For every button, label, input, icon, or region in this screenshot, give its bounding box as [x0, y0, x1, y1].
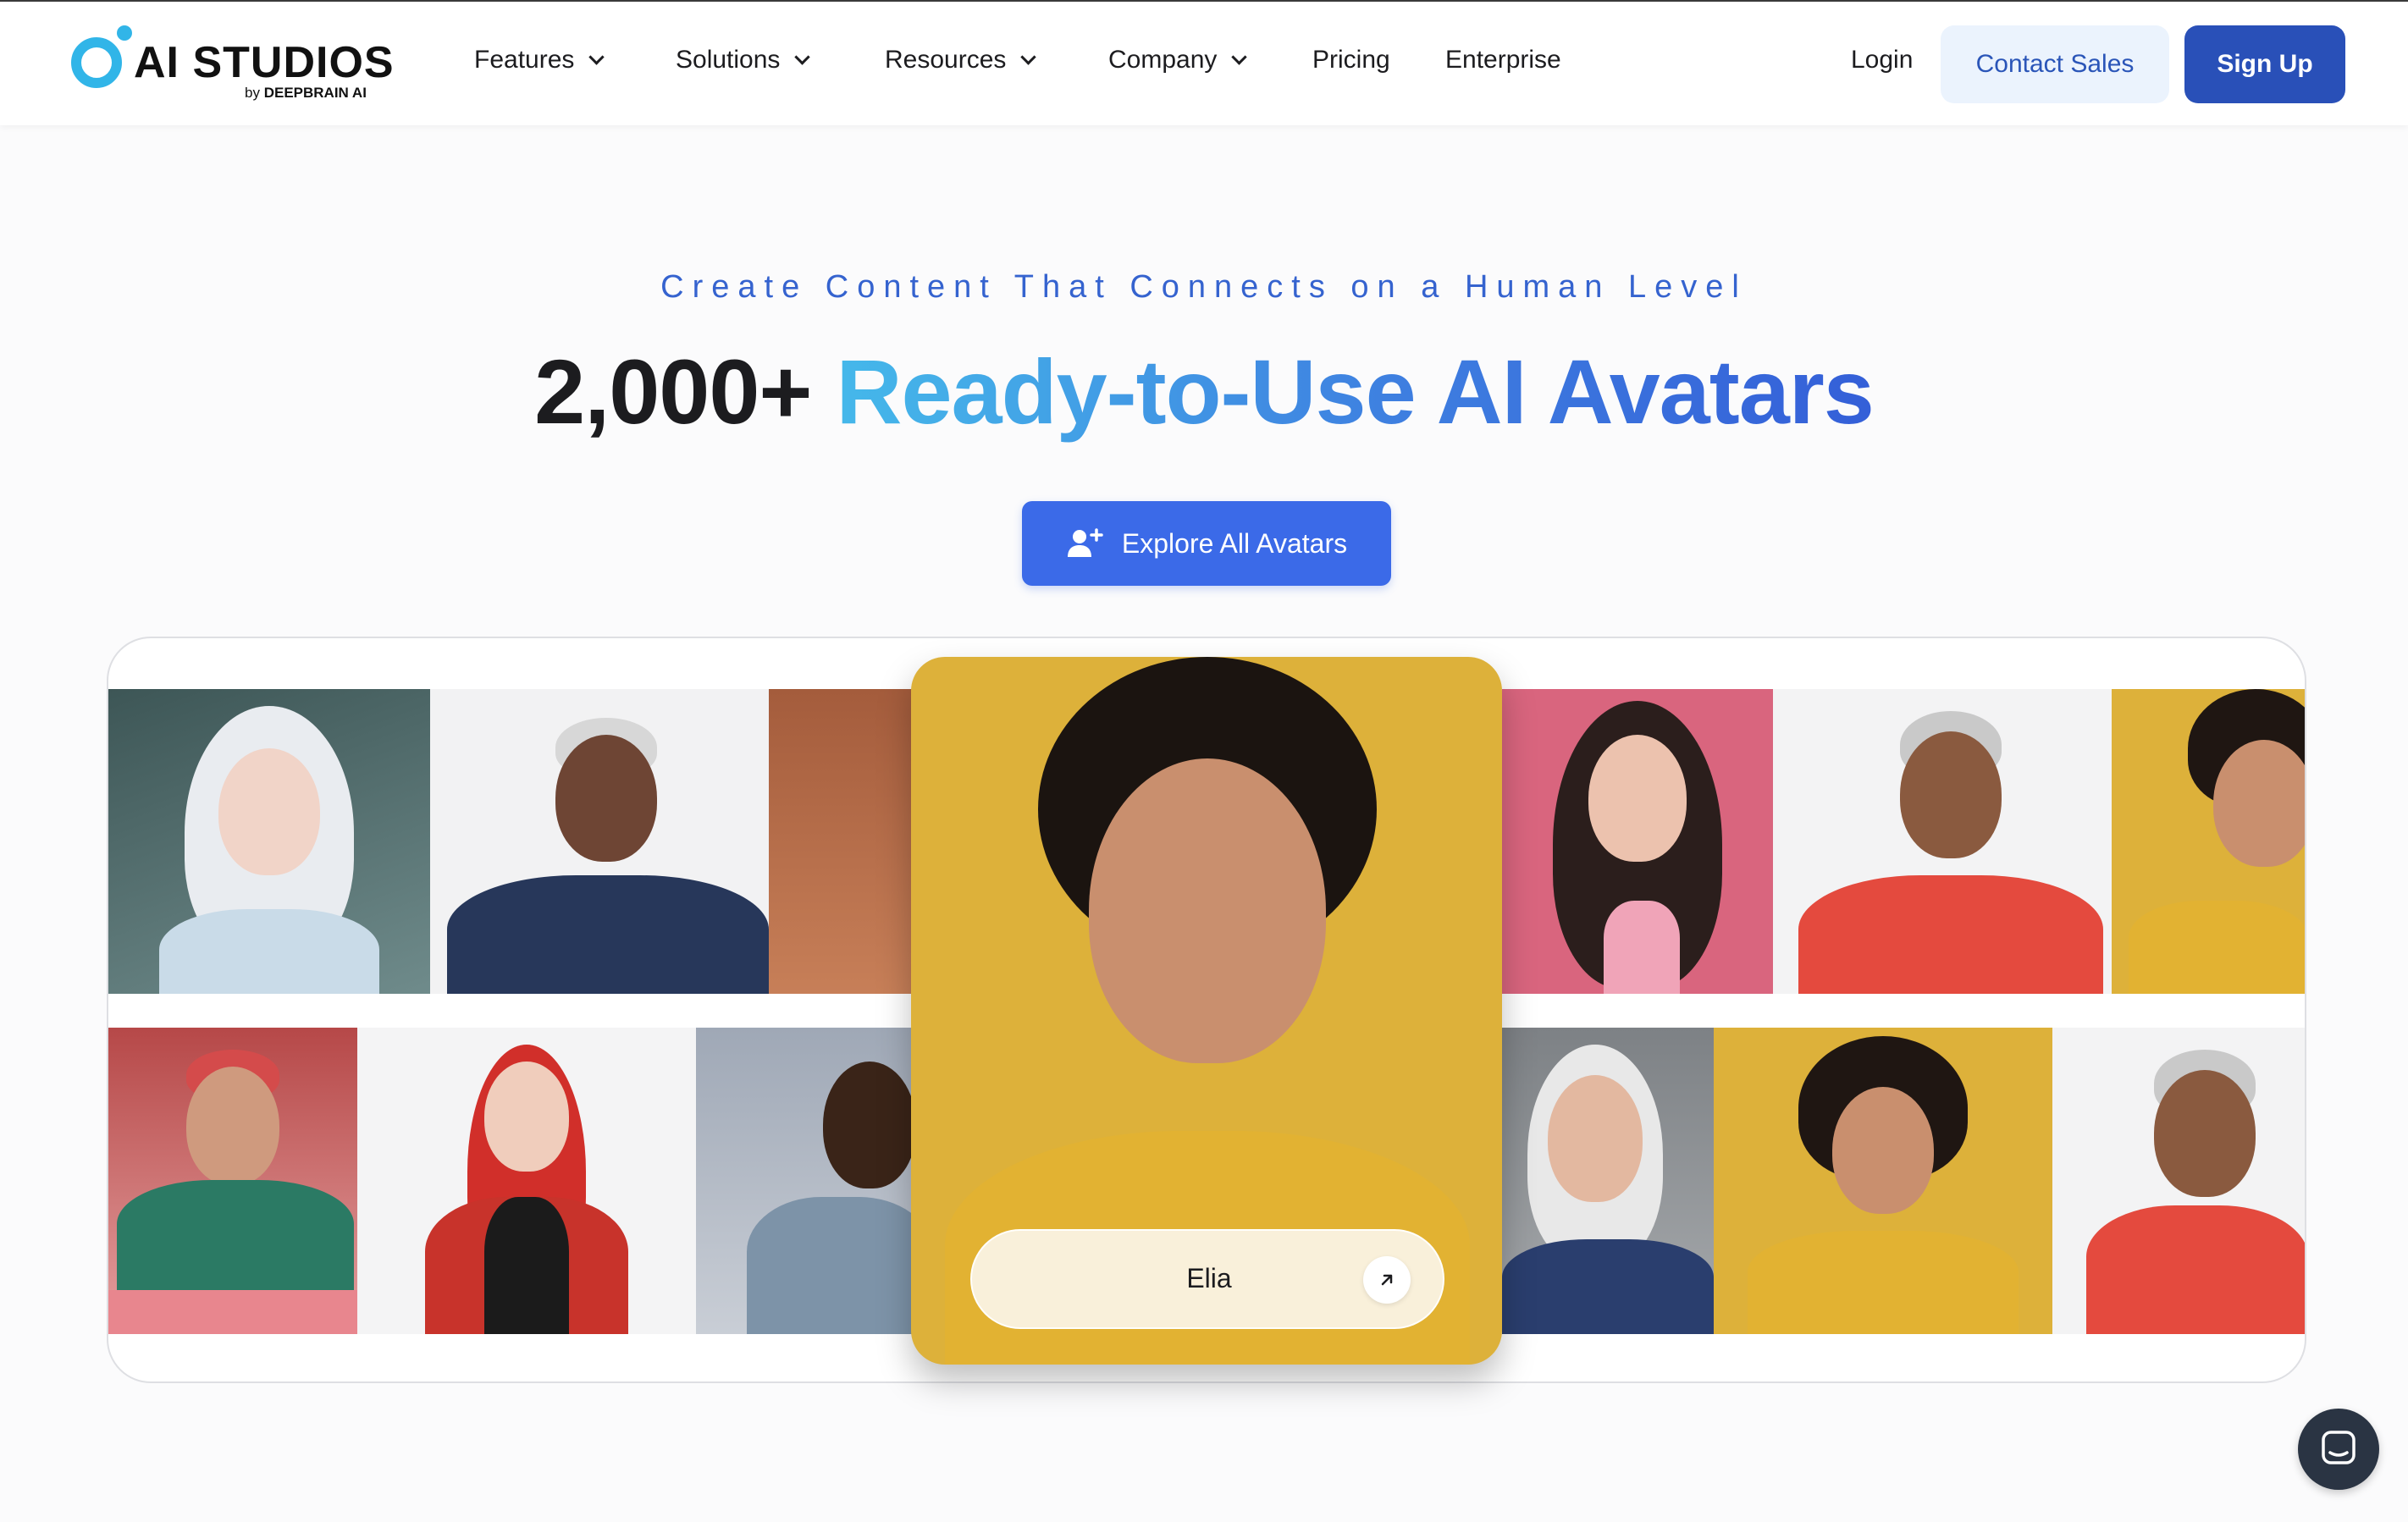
chevron-down-icon	[588, 48, 605, 65]
avatar-tile[interactable]	[1502, 689, 1773, 994]
nav-item-enterprise[interactable]: Enterprise	[1445, 46, 1561, 74]
nav-item-features[interactable]: Features	[474, 46, 605, 74]
avatar-tile[interactable]	[2112, 689, 2305, 994]
hero-eyebrow: Create Content That Connects on a Human …	[660, 269, 1748, 305]
nav-item-solutions[interactable]: Solutions	[676, 46, 811, 74]
nav-item-resources[interactable]: Resources	[885, 46, 1037, 74]
add-user-icon	[1066, 527, 1103, 560]
avatar-tile[interactable]	[108, 689, 430, 994]
avatar-tile[interactable]	[430, 689, 769, 994]
headline-gradient-text: Ready-to-Use AI Avatars	[836, 340, 1874, 443]
chevron-down-icon	[1020, 48, 1037, 65]
sign-up-button[interactable]: Sign Up	[2184, 25, 2345, 103]
nav-item-pricing[interactable]: Pricing	[1312, 46, 1390, 74]
avatar-tile[interactable]	[108, 1028, 357, 1334]
brand-logo[interactable]: AI STUDIOS by DEEPBRAIN AI	[71, 25, 394, 103]
avatar-tile[interactable]	[1773, 689, 2112, 994]
explore-avatars-label: Explore All Avatars	[1121, 527, 1348, 559]
nav-item-company[interactable]: Company	[1108, 46, 1248, 74]
top-navbar: AI STUDIOS by DEEPBRAIN AI Features Solu…	[0, 0, 2408, 125]
chevron-down-icon	[794, 48, 811, 65]
chat-support-button[interactable]	[2298, 1409, 2379, 1490]
explore-avatars-button[interactable]: Explore All Avatars	[1022, 501, 1391, 586]
avatar-tile[interactable]	[696, 1028, 933, 1334]
avatar-tile[interactable]	[1502, 1028, 1714, 1334]
avatar-name-pill[interactable]: Elia	[970, 1229, 1444, 1329]
contact-sales-button[interactable]: Contact Sales	[1941, 25, 2169, 103]
avatar-tile[interactable]	[769, 689, 921, 994]
headline-number: 2,000+	[534, 340, 812, 443]
featured-avatar-face	[1089, 758, 1326, 1063]
avatar-tile[interactable]	[2052, 1028, 2305, 1334]
brand-name: AI STUDIOS	[134, 38, 395, 87]
logo-dot-icon	[117, 25, 132, 41]
avatar-tile[interactable]	[357, 1028, 696, 1334]
brand-byline: by DEEPBRAIN AI	[245, 85, 367, 101]
hero-headline: 2,000+ Ready-to-Use AI Avatars	[0, 339, 2408, 444]
logo-ring-icon	[71, 37, 122, 88]
chat-icon	[2320, 1429, 2357, 1470]
featured-avatar-card[interactable]: Elia	[911, 657, 1502, 1365]
arrow-up-right-icon[interactable]	[1363, 1256, 1411, 1304]
login-link[interactable]: Login	[1851, 46, 1913, 74]
chevron-down-icon	[1231, 48, 1248, 65]
avatar-tile[interactable]	[1714, 1028, 2052, 1334]
